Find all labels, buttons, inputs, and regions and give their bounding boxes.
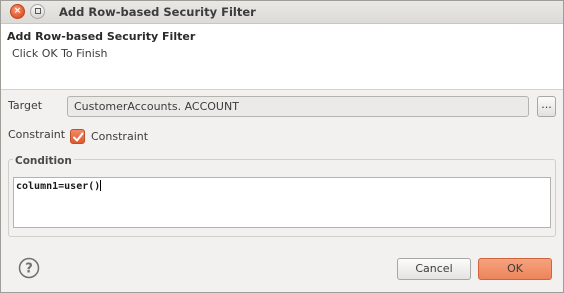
- dialog-window: × Add Row-based Security Filter Add Row-…: [0, 0, 564, 293]
- condition-group: Condition column1=user(): [8, 155, 556, 237]
- svg-text:?: ?: [25, 262, 33, 277]
- condition-editor[interactable]: column1=user(): [13, 177, 551, 228]
- help-icon[interactable]: ?: [18, 257, 40, 279]
- dialog-header: Add Row-based Security Filter Click OK T…: [1, 24, 563, 90]
- condition-group-title: Condition: [13, 155, 74, 167]
- window-title: Add Row-based Security Filter: [59, 5, 256, 19]
- cancel-button[interactable]: Cancel: [397, 258, 471, 280]
- condition-text: column1=user(): [16, 181, 101, 192]
- close-window-button[interactable]: ×: [10, 4, 25, 19]
- close-icon: ×: [13, 6, 22, 16]
- maximize-icon: [34, 8, 41, 14]
- header-title: Add Row-based Security Filter: [7, 30, 196, 43]
- text-caret: [100, 180, 102, 191]
- title-bar: × Add Row-based Security Filter: [1, 1, 563, 24]
- target-label: Target: [8, 99, 43, 112]
- header-subtitle: Click OK To Finish: [12, 47, 108, 60]
- maximize-window-button[interactable]: [30, 4, 45, 19]
- ok-button[interactable]: OK: [478, 258, 552, 280]
- constraint-checkbox[interactable]: [70, 129, 85, 144]
- target-field[interactable]: CustomerAccounts. ACCOUNT: [67, 96, 529, 117]
- constraint-checkbox-label[interactable]: Constraint: [91, 130, 148, 143]
- checkmark-icon: [73, 132, 84, 142]
- browse-button[interactable]: ...: [537, 96, 556, 117]
- constraint-label: Constraint: [8, 128, 66, 141]
